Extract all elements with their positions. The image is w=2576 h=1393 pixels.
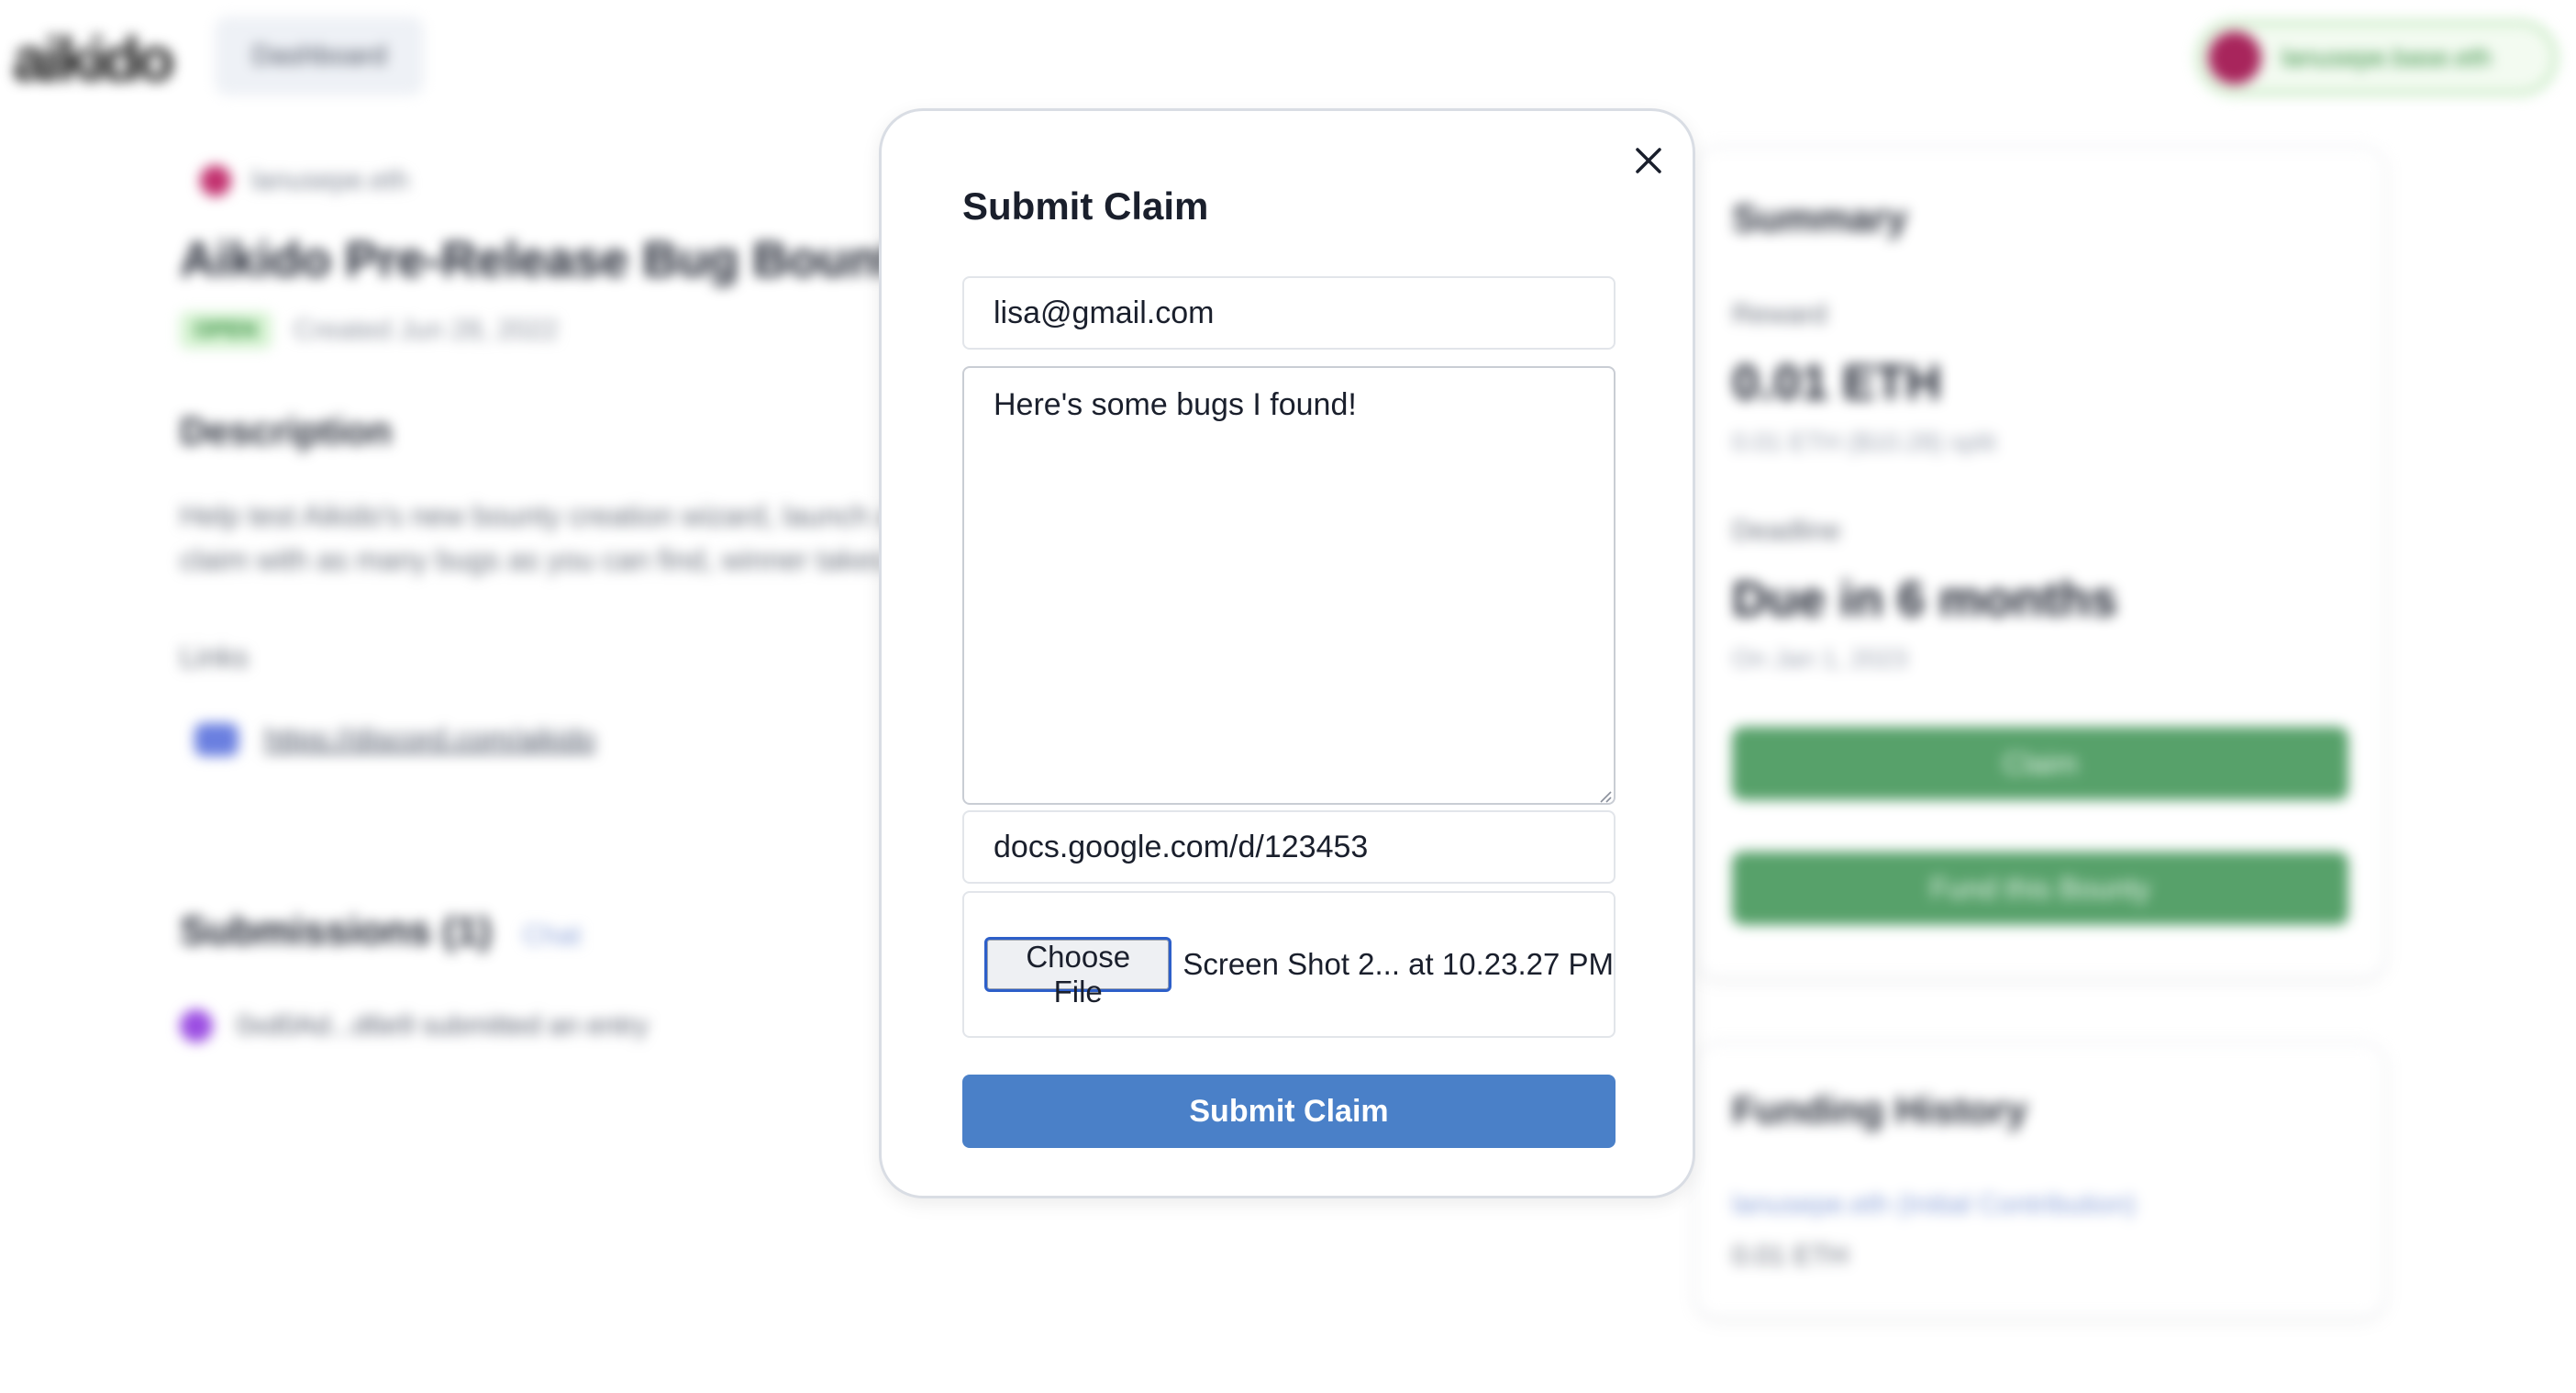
summary-title: Summary	[1732, 196, 1908, 240]
submission-text: 0xd0Ad...d6e9 submitted an entry	[237, 1010, 649, 1041]
description-text: Help test Aikido's new bounty creation w…	[180, 499, 894, 576]
bounty-title: Aikido Pre-Release Bug Bounty	[180, 232, 924, 287]
deadline-value: Due in 6 months	[1732, 572, 2118, 627]
logo: aikido	[13, 25, 174, 95]
funding-entry[interactable]: lanusepe.eth (Initial Contribution)	[1732, 1189, 2348, 1220]
creator-avatar	[200, 165, 231, 196]
dashboard-button[interactable]: Dashboard	[215, 17, 424, 95]
submitter-avatar	[180, 1009, 213, 1042]
choose-file-button[interactable]: Choose File	[984, 937, 1172, 1009]
submit-claim-modal: Submit Claim Here's some bugs I found! C…	[879, 108, 1695, 1198]
link-url[interactable]: https://discord.com/aikido	[264, 722, 595, 756]
link-item[interactable]: https://discord.com/aikido	[194, 722, 914, 756]
bounty-details: lanusepe.eth Aikido Pre-Release Bug Boun…	[180, 165, 924, 1042]
discord-icon	[194, 722, 239, 756]
fund-bounty-button[interactable]: Fund this Bounty	[1732, 852, 2348, 925]
wallet-button[interactable]: lanusepe.base.eth	[2196, 20, 2558, 95]
submission-item[interactable]: 0xd0Ad...d6e9 submitted an entry	[180, 1009, 914, 1042]
summary-card: Summary Reward 0.01 ETH 0.01 ETH ($10.28…	[1695, 147, 2385, 978]
funding-history-card: Funding History lanusepe.eth (Initial Co…	[1695, 1042, 2385, 1318]
submissions-header: Submissions (1) Chat	[180, 908, 914, 954]
message-textarea[interactable]: Here's some bugs I found!	[962, 366, 1616, 805]
links-heading: Links	[180, 641, 249, 674]
created-date: Created Jun 28, 2022	[294, 315, 559, 345]
creator: lanusepe.eth	[200, 165, 914, 196]
deadline-label: Deadline	[1732, 516, 1841, 546]
selected-file-name: Screen Shot 2... at 10.23.27 PM	[1183, 947, 1614, 981]
close-button[interactable]	[1627, 139, 1671, 183]
submit-claim-button[interactable]: Submit Claim	[962, 1075, 1616, 1148]
reward-label: Reward	[1732, 299, 1827, 329]
reward-value: 0.01 ETH	[1732, 355, 1942, 410]
funding-amount: 0.01 ETH	[1732, 1241, 1849, 1271]
modal-title: Submit Claim	[962, 184, 1209, 228]
wallet-avatar	[2208, 31, 2261, 84]
link-field[interactable]	[962, 810, 1616, 884]
funding-title: Funding History	[1732, 1088, 2027, 1131]
wallet-label: lanusepe.base.eth	[2282, 43, 2492, 72]
creator-name: lanusepe.eth	[251, 165, 409, 195]
status-badge: OPEN	[180, 312, 272, 349]
bounty-meta: OPEN Created Jun 28, 2022	[180, 312, 914, 349]
description-heading: Description	[180, 409, 393, 452]
resize-grip-icon[interactable]	[1597, 788, 1612, 803]
submissions-heading: Submissions (1)	[180, 908, 492, 953]
reward-sub: 0.01 ETH ($10.28) split	[1732, 428, 1996, 456]
chat-link[interactable]: Chat	[523, 920, 581, 952]
deadline-sub: On Jan 1, 2023	[1732, 644, 1908, 673]
email-field[interactable]	[962, 276, 1616, 350]
close-icon	[1636, 148, 1661, 173]
claim-button[interactable]: Claim	[1732, 727, 2348, 800]
file-upload: Choose File Screen Shot 2... at 10.23.27…	[962, 891, 1616, 1038]
